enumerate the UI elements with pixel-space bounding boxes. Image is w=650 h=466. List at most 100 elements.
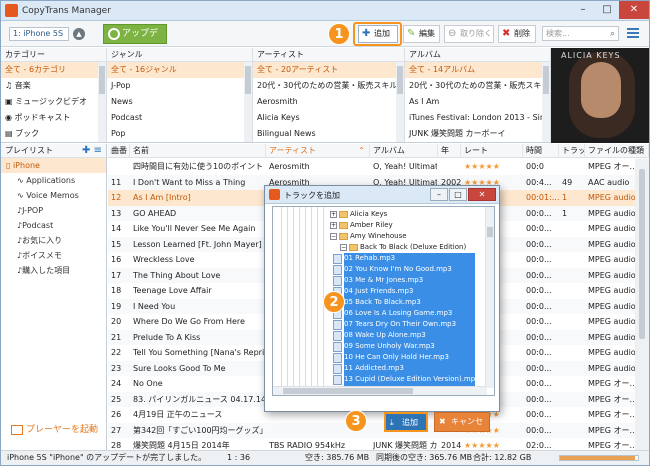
tree-vertical-scrollbar[interactable] [485, 207, 494, 388]
dialog-close-icon[interactable]: ✕ [468, 188, 496, 201]
device-select[interactable]: 1: iPhone 5S [9, 27, 69, 41]
expand-icon[interactable]: + [330, 210, 337, 218]
tree-horizontal-scrollbar[interactable] [273, 386, 487, 395]
edit-button[interactable]: ✎ 編集 [403, 25, 440, 43]
remove-button[interactable]: ⊖ 取り除く [444, 25, 494, 43]
column-header-rating[interactable]: レート [461, 144, 523, 158]
genre-scrollbar[interactable] [244, 62, 252, 142]
update-button[interactable]: アップデート [103, 24, 167, 57]
file-item[interactable]: 10 He Can Only Hold Her.mp3 [344, 352, 475, 363]
album-item[interactable]: iTunes Festival: London 2013 - Single [405, 110, 550, 126]
sidebar-item-favorites[interactable]: ♪お気に入り [1, 233, 106, 248]
album-item[interactable]: JUNK 爆笑問題 カーボーイ [405, 126, 550, 142]
table-row[interactable]: 28 爆笑問題 4月15日 2014年 TBS RADIO 954kHz JUNK 爆… [108, 438, 649, 450]
audio-file-icon [333, 253, 342, 264]
close-icon[interactable]: ✕ [619, 1, 649, 19]
dialog-minimize-icon[interactable]: – [430, 188, 448, 201]
sidebar-item-purchased[interactable]: ♪購入した項目 [1, 263, 106, 278]
genre-item[interactable]: Pop [107, 126, 252, 142]
album-item[interactable]: As I Am [405, 94, 550, 110]
column-header-year[interactable]: 年 [438, 144, 461, 158]
album-header[interactable]: アルバム [405, 48, 550, 62]
playlist-header-label: プレイリスト [5, 146, 53, 155]
artist-item[interactable]: Aerosmith [253, 94, 404, 110]
file-item[interactable]: 08 Wake Up Alone.mp3 [344, 330, 475, 341]
file-item[interactable]: 11 Addicted.mp3 [344, 363, 475, 374]
column-header-time[interactable]: 時間 [523, 144, 559, 158]
tree-folder-amy-winehouse[interactable]: − Amy Winehouse [330, 231, 407, 242]
track-cell-rate[interactable]: ★★★★★ [464, 159, 522, 174]
eject-icon[interactable]: ▲ [73, 28, 85, 40]
genre-item[interactable]: J-Pop [107, 78, 252, 94]
sidebar-item-jpop[interactable]: ♪J-POP [1, 203, 106, 218]
category-item[interactable]: ♫ 音楽 [1, 78, 106, 94]
tree-folder-amber-riley[interactable]: + Amber Riley [330, 220, 393, 231]
track-cell-time: 00:0... [526, 332, 552, 342]
launch-player-button[interactable]: プレーヤーを起動 [11, 422, 98, 435]
sidebar-item-voice-memo-jp[interactable]: ♪ボイスメモ [1, 248, 106, 263]
maximize-icon[interactable]: □ [595, 1, 619, 19]
artist-item[interactable]: 20代・30代のための営業・販売スキル... [253, 78, 404, 94]
category-item[interactable]: ◉ ポッドキャスト [1, 110, 106, 126]
table-row[interactable]: 27第342回「すごい100円均ーグッズ」★★★★★00:0...MPEG オー… [108, 422, 649, 438]
file-item[interactable]: 07 Tears Dry On Their Own.mp3 [344, 319, 475, 330]
category-item[interactable]: ▣ ミュージックビデオ [1, 94, 106, 110]
file-item[interactable]: 03 Me & Mr Jones.mp3 [344, 275, 475, 286]
file-item[interactable]: 06 Love Is A Losing Game.mp3 [344, 308, 475, 319]
dialog-add-button[interactable]: ⤓ 追加 [384, 412, 428, 432]
track-list-scrollbar[interactable] [635, 159, 649, 450]
add-playlist-icon[interactable]: ✚ [82, 145, 90, 156]
album-item[interactable]: 全て - 14アルバム [405, 62, 550, 78]
sidebar-item-podcast[interactable]: ♪Podcast [1, 218, 106, 233]
dialog-cancel-button[interactable]: ✖ キャンセル [434, 412, 490, 444]
audio-file-icon [333, 330, 342, 341]
tree-folder-back-to-black[interactable]: − Back To Black (Deluxe Edition) [340, 242, 466, 253]
column-header-number[interactable]: 曲番 [108, 144, 130, 158]
artist-item[interactable]: Bilingual News [253, 126, 404, 142]
category-scrollbar[interactable] [98, 62, 106, 142]
album-scrollbar[interactable] [542, 62, 550, 142]
dialog-maximize-icon[interactable]: □ [449, 188, 467, 201]
track-cell-name: Sure Looks Good To Me [133, 363, 226, 373]
album-item[interactable]: 20代・30代のための営業・販売スキル... [405, 78, 550, 94]
genre-item[interactable]: 全て - 16ジャンル [107, 62, 252, 78]
category-header[interactable]: カテゴリー [1, 48, 106, 62]
category-item[interactable]: ▤ ブック [1, 126, 106, 142]
genre-item[interactable]: News [107, 94, 252, 110]
genre-header[interactable]: ジャンル [107, 48, 252, 62]
tree-folder-alicia-keys[interactable]: + Alicia Keys [330, 209, 387, 220]
artist-header[interactable]: アーティスト [253, 48, 404, 62]
collapse-icon[interactable]: − [340, 243, 347, 251]
sidebar-item-voice-memos[interactable]: ∿ Voice Memos [1, 188, 106, 203]
menu-icon[interactable] [627, 28, 639, 38]
track-cell-name: Lesson Learned [Ft. John Mayer] [133, 239, 262, 249]
file-item[interactable]: 05 Back To Black.mp3 [344, 297, 475, 308]
table-row[interactable]: 四時間目に有効に使う10のポイント Aerosmith O, Yeah! Ultim… [108, 159, 649, 175]
column-header-name[interactable]: 名前 [130, 144, 266, 158]
column-header-kind[interactable]: ファイルの種類 [585, 144, 649, 158]
column-header-track[interactable]: トラック [559, 144, 585, 158]
column-header-album[interactable]: アルバム [370, 144, 438, 158]
column-header-artist[interactable]: アーティスト ⌃ [266, 144, 370, 158]
file-item[interactable]: 01 Rehab.mp3 [344, 253, 475, 264]
expand-icon[interactable]: + [330, 221, 337, 229]
download-icon: ⤓ [390, 418, 394, 427]
category-item[interactable]: 全て - 6カテゴリ [1, 62, 106, 78]
sidebar-item-applications[interactable]: ∿ Applications [1, 173, 106, 188]
sidebar-item-iphone[interactable]: ▯ iPhone [1, 158, 106, 173]
artist-item[interactable]: Alicia Keys [253, 110, 404, 126]
delete-button[interactable]: ✖ 削除 [498, 25, 536, 43]
file-item[interactable]: 02 You Know I'm No Good.mp3 [344, 264, 475, 275]
artist-scrollbar[interactable] [396, 62, 404, 142]
genre-item[interactable]: Podcast [107, 110, 252, 126]
track-cell-rate[interactable]: ★★★★★ [464, 438, 522, 450]
artist-item[interactable]: 全て - 20アーティスト [253, 62, 404, 78]
track-cell-name: 四時間目に有効に使う10のポイント [133, 162, 264, 171]
minimize-icon[interactable]: – [571, 1, 595, 19]
file-item[interactable]: 04 Just Friends.mp3 [344, 286, 475, 297]
search-input[interactable]: 検索... ⌕ [542, 26, 619, 41]
file-item[interactable]: 13 Cupid (Deluxe Edition Version).mp3 [344, 374, 475, 385]
list-options-icon[interactable]: ≡ [94, 145, 102, 156]
file-item[interactable]: 09 Some Unholy War.mp3 [344, 341, 475, 352]
collapse-icon[interactable]: − [330, 232, 337, 240]
